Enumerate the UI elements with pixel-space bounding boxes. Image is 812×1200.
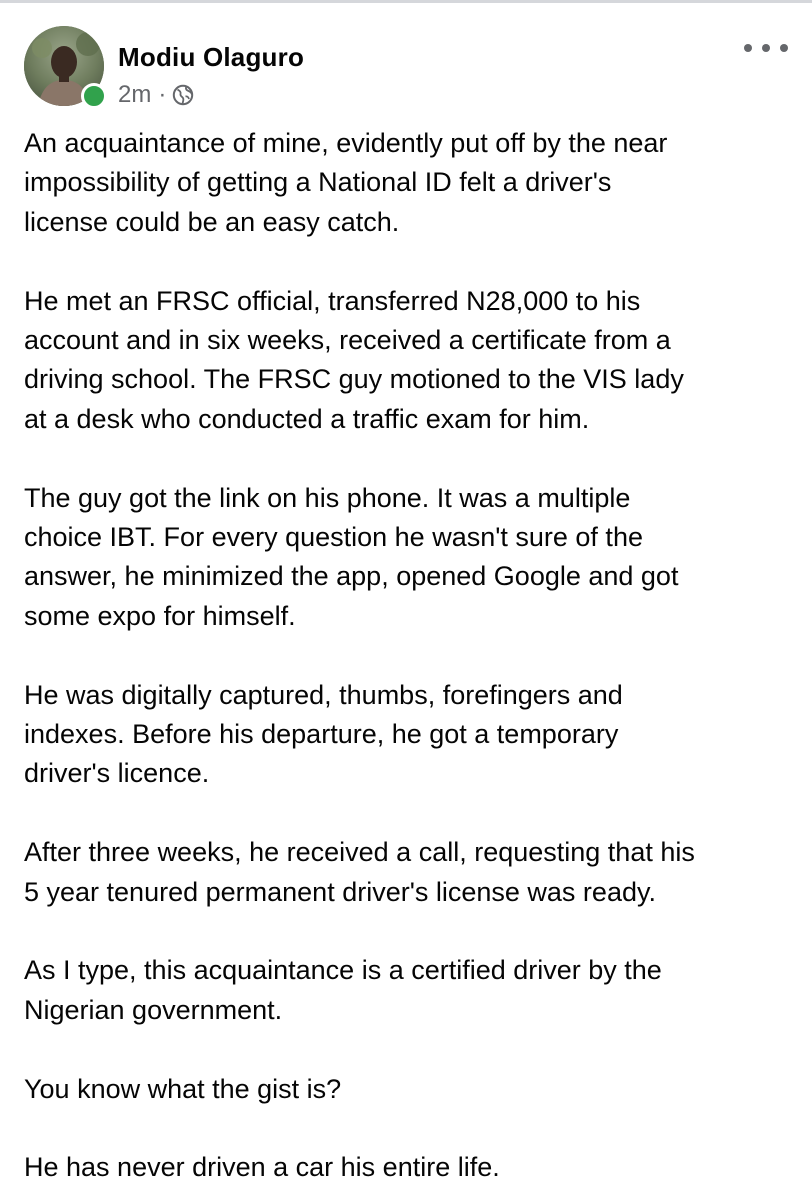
post-text-line: After three weeks, he received a call, r… [24, 837, 695, 868]
globe-icon[interactable] [172, 84, 194, 106]
post-paragraph: He met an FRSC official, transferred N28… [24, 282, 794, 440]
post-text-line: As I type, this acquaintance is a certif… [24, 955, 662, 986]
author-name[interactable]: Modiu Olaguro [118, 42, 304, 73]
post-paragraph: After three weeks, he received a call, r… [24, 833, 794, 912]
more-dot [762, 44, 770, 52]
post-text-line: He was digitally captured, thumbs, foref… [24, 679, 623, 710]
online-status-indicator [81, 83, 107, 109]
post-paragraph: As I type, this acquaintance is a certif… [24, 951, 794, 1030]
more-dot [744, 44, 752, 52]
post-header: Modiu Olaguro 2m · [24, 26, 788, 112]
post-text-line: choice IBT. For every question he wasn't… [24, 522, 643, 553]
post-text-line: driving school. The FRSC guy motioned to… [24, 364, 684, 395]
post-text-line: Nigerian government. [24, 994, 283, 1025]
post-meta: 2m · [118, 80, 194, 110]
post-text-line: An acquaintance of mine, evidently put o… [24, 128, 668, 158]
top-divider [0, 0, 812, 3]
post-paragraph: An acquaintance of mine, evidently put o… [24, 124, 794, 242]
post-text: An acquaintance of mine, evidently put o… [24, 124, 794, 1188]
post-text-line: driver's licence. [24, 758, 210, 789]
post-text-line: 5 year tenured permanent driver's licens… [24, 876, 656, 907]
post-text-line: He met an FRSC official, transferred N28… [24, 285, 641, 316]
post-text-line: at a desk who conducted a traffic exam f… [24, 403, 590, 434]
post-text-line: impossibility of getting a National ID f… [24, 167, 612, 198]
post-text-line: answer, he minimized the app, opened Goo… [24, 561, 679, 592]
post-text-line: He has never driven a car his entire lif… [24, 1152, 500, 1183]
post-text-line: account and in six weeks, received a cer… [24, 325, 671, 356]
post-text-line: indexes. Before his departure, he got a … [24, 719, 619, 750]
post-text-line: license could be an easy catch. [24, 206, 400, 237]
post-text-line: some expo for himself. [24, 600, 296, 631]
more-options-icon[interactable] [744, 40, 788, 56]
author-avatar[interactable] [24, 26, 107, 109]
post-timestamp[interactable]: 2m [118, 81, 151, 109]
post-paragraph: You know what the gist is? [24, 1070, 794, 1109]
post-paragraph: He was digitally captured, thumbs, foref… [24, 676, 794, 794]
post-text-line: The guy got the link on his phone. It wa… [24, 482, 631, 513]
meta-separator: · [158, 81, 167, 108]
post-paragraph: He has never driven a car his entire lif… [24, 1148, 794, 1187]
more-dot [780, 44, 788, 52]
post-paragraph: The guy got the link on his phone. It wa… [24, 479, 794, 637]
post-text-line: You know what the gist is? [24, 1073, 342, 1104]
